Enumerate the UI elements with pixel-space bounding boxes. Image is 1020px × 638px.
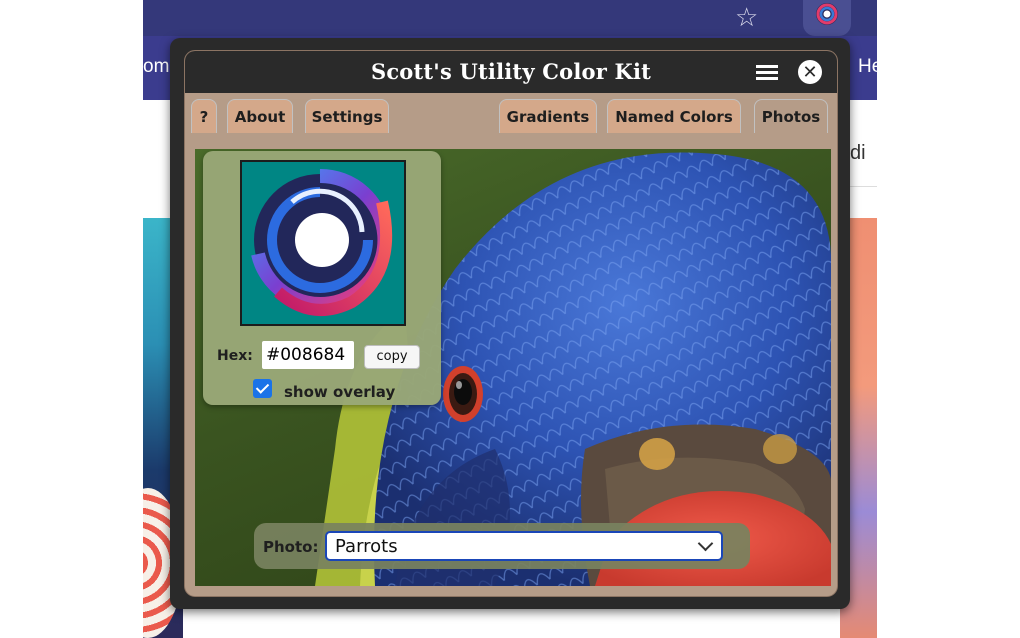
color-kit-panel: Scott's Utility Color Kit ✕ ? About Sett… (184, 50, 838, 597)
chevron-down-icon (697, 535, 714, 552)
tab-photos[interactable]: Photos (754, 99, 828, 133)
color-swatch-panel: Hex: copy show overlay (203, 151, 441, 405)
color-swatch (240, 160, 406, 326)
browser-toolbar: ☆ (143, 0, 877, 36)
extension-button[interactable] (803, 0, 851, 36)
copy-button[interactable]: copy (364, 345, 420, 369)
hex-label: Hex: (217, 348, 253, 364)
tab-about[interactable]: About (227, 99, 293, 133)
menu-icon[interactable] (754, 62, 780, 82)
close-icon[interactable]: ✕ (798, 60, 822, 84)
tab-help[interactable]: ? (191, 99, 217, 133)
title-bar: Scott's Utility Color Kit ✕ (185, 51, 837, 93)
nav-link[interactable]: He (858, 56, 877, 78)
photo-label: Photo: (263, 538, 319, 556)
photo-select[interactable]: Parrots (325, 531, 723, 561)
tab-gradients[interactable]: Gradients (499, 99, 597, 133)
photo-content-area: Hex: copy show overlay Photo: Parrots (195, 149, 831, 586)
show-overlay-checkbox[interactable] (253, 379, 272, 398)
hex-input[interactable] (262, 341, 354, 369)
page-text-fragment: di (850, 142, 866, 164)
photo-selector-bar: Photo: Parrots (254, 523, 750, 569)
photo-select-value: Parrots (335, 536, 398, 557)
show-overlay-label[interactable]: show overlay (284, 383, 395, 401)
swirl-logo (251, 168, 393, 316)
tab-named-colors[interactable]: Named Colors (607, 99, 741, 133)
extension-icon (816, 3, 838, 25)
divider (846, 186, 877, 187)
kit-title: Scott's Utility Color Kit (370, 59, 652, 84)
tab-settings[interactable]: Settings (305, 99, 389, 133)
extension-popup: Scott's Utility Color Kit ✕ ? About Sett… (170, 38, 850, 609)
star-icon[interactable]: ☆ (735, 2, 758, 32)
